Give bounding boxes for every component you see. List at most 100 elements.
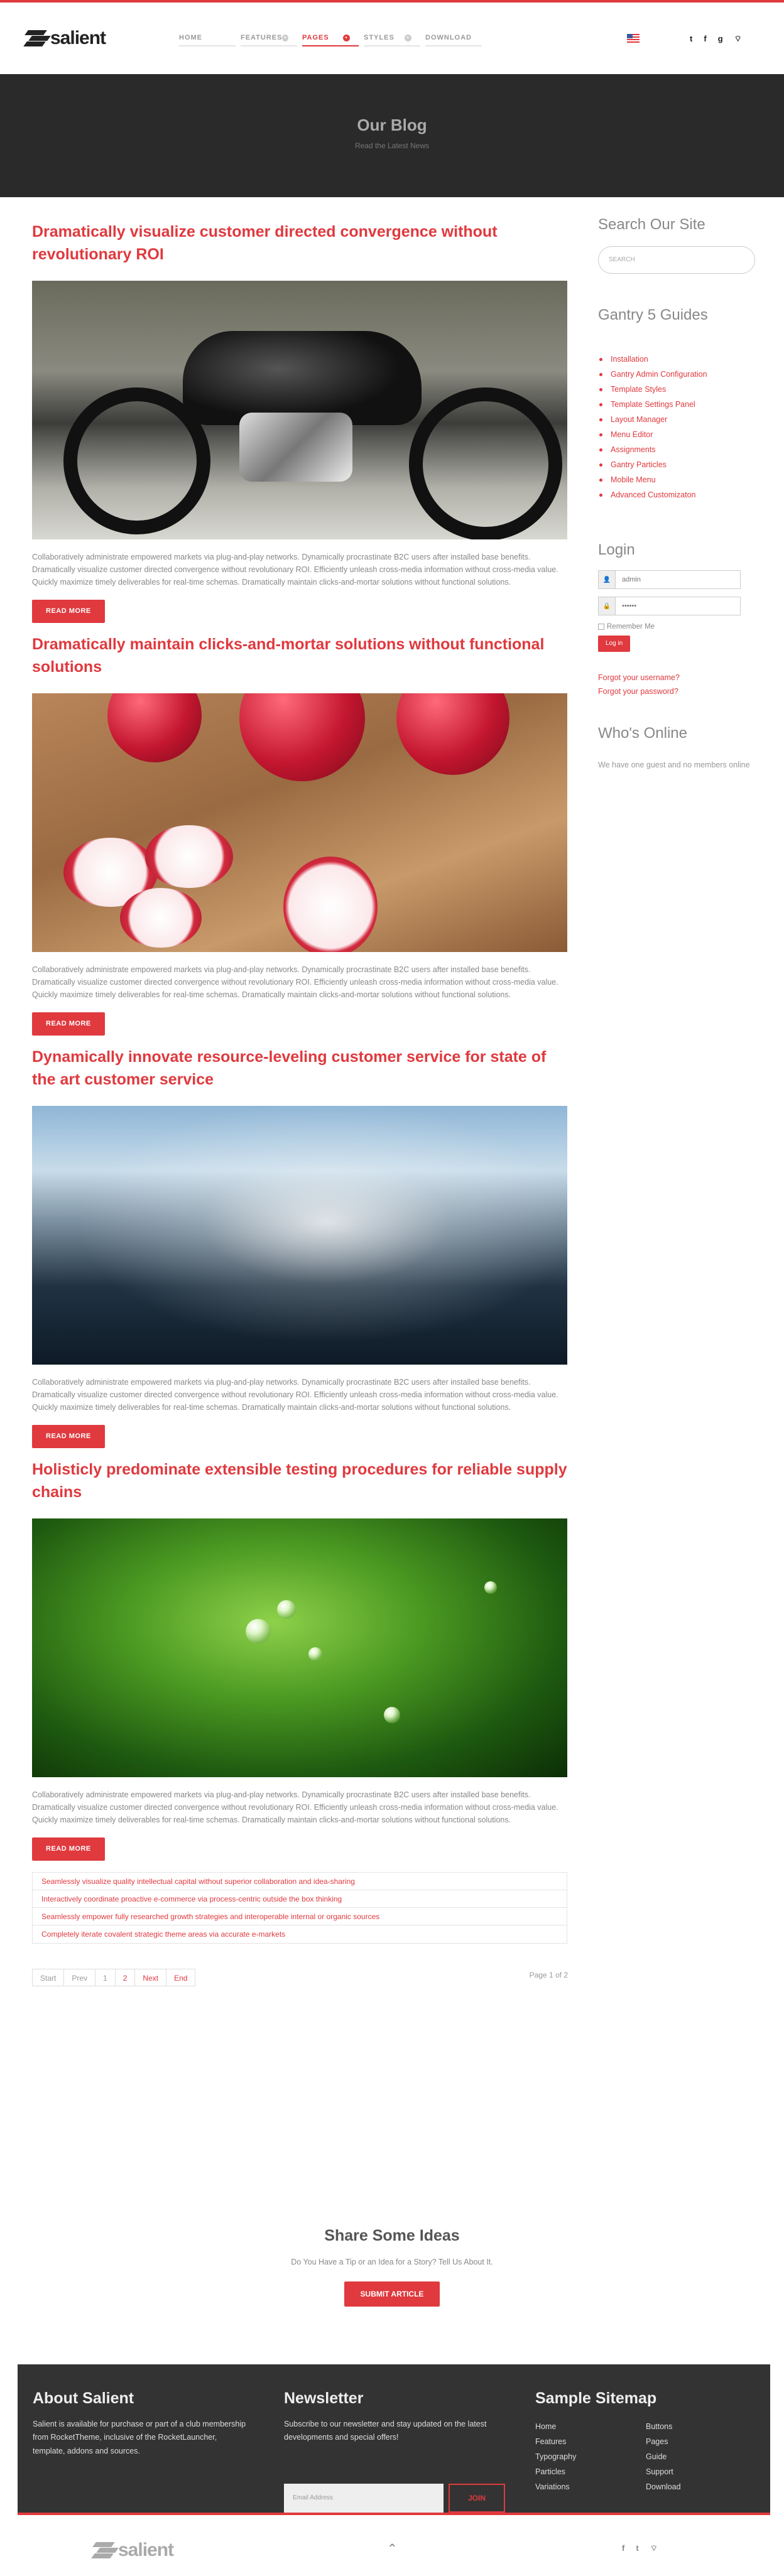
sitemap-link[interactable]: Download (646, 2479, 721, 2494)
footer-about: About Salient Salient is available for p… (33, 2389, 246, 2458)
blog-post: Dramatically maintain clicks-and-mortar … (32, 633, 567, 1036)
forgot-password-link[interactable]: Forgot your password? (598, 685, 756, 698)
submit-article-button[interactable]: SUBMIT ARTICLE (344, 2281, 440, 2307)
read-more-button[interactable]: READ MORE (32, 1012, 105, 1036)
read-more-button[interactable]: READ MORE (32, 600, 105, 623)
sitemap-links: Home Buttons Features Pages Typography G… (535, 2419, 721, 2494)
guides-heading: Gantry 5 Guides (598, 306, 708, 323)
sitemap-link[interactable]: Buttons (646, 2419, 721, 2434)
post-title[interactable]: Holisticly predominate extensible testin… (32, 1458, 567, 1517)
nav-download[interactable]: DOWNLOAD (425, 34, 482, 46)
post-excerpt: Collaboratively administrate empowered m… (32, 1378, 558, 1412)
post-image-motorcycle (32, 281, 567, 539)
page-count: Page 1 of 2 (529, 1971, 568, 1979)
sitemap-link[interactable]: Pages (646, 2434, 721, 2449)
login-button[interactable]: Log in (598, 636, 631, 652)
guide-link[interactable]: Advanced Customizaton (598, 487, 756, 502)
guide-link[interactable]: Assignments (598, 442, 756, 457)
nav-features[interactable]: FEATURES + (241, 34, 297, 46)
guide-link[interactable]: Mobile Menu (598, 472, 756, 487)
footer-newsletter: Newsletter Subscribe to our newsletter a… (284, 2389, 510, 2515)
newsletter-heading: Newsletter (284, 2389, 364, 2407)
guide-link[interactable]: Installation (598, 352, 756, 367)
about-heading: About Salient (33, 2389, 134, 2407)
page-start[interactable]: Start (32, 1969, 65, 1986)
sitemap-link[interactable]: Features (535, 2434, 646, 2449)
page-hero: Our Blog Read the Latest News (0, 74, 784, 197)
about-text: Salient is available for purchase or par… (33, 2420, 246, 2455)
us-flag-icon[interactable] (627, 34, 640, 43)
sitemap-link[interactable]: Support (646, 2464, 721, 2479)
post-title[interactable]: Dynamically innovate resource-leveling c… (32, 1046, 567, 1105)
search-input[interactable]: SEARCH (598, 246, 755, 274)
join-button[interactable]: JOIN (449, 2484, 505, 2513)
guide-link[interactable]: Gantry Particles (598, 457, 756, 472)
email-input[interactable]: Email Address (284, 2484, 444, 2513)
plus-icon: + (343, 34, 350, 41)
sitemap-link[interactable]: Guide (646, 2449, 721, 2464)
page-2[interactable]: 2 (114, 1969, 136, 1986)
blog-post: Dramatically visualize customer directed… (32, 220, 567, 623)
logo-icon (91, 2542, 119, 2558)
guide-link[interactable]: Template Settings Panel (598, 397, 756, 412)
sitemap-link[interactable]: Home (535, 2419, 646, 2434)
more-article-link[interactable]: Completely iterate covalent strategic th… (33, 1925, 567, 1943)
blog-post: Holisticly predominate extensible testin… (32, 1458, 567, 1861)
pagination: Start Prev 1 2 Next End Page 1 of 2 (32, 1969, 568, 1986)
username-field[interactable]: 👤 admin (598, 570, 741, 589)
nav-home[interactable]: HOME (179, 34, 236, 46)
more-article-link[interactable]: Seamlessly visualize quality intellectua… (33, 1873, 567, 1890)
back-to-top-icon[interactable]: ⌃ (387, 2541, 398, 2557)
ideas-subtitle: Do You Have a Tip or an Idea for a Story… (291, 2258, 493, 2266)
nav-styles[interactable]: STYLES + (364, 34, 420, 46)
ideas-heading: Share Some Ideas (324, 2227, 460, 2244)
page-next[interactable]: Next (134, 1969, 167, 1986)
login-heading: Login (598, 541, 635, 558)
page-end[interactable]: End (166, 1969, 196, 1986)
post-excerpt: Collaboratively administrate empowered m… (32, 553, 558, 587)
sitemap-heading: Sample Sitemap (535, 2389, 657, 2407)
guide-link[interactable]: Template Styles (598, 382, 756, 397)
sitemap-link[interactable]: Typography (535, 2449, 646, 2464)
page-prev[interactable]: Prev (63, 1969, 96, 1986)
footer-logo[interactable]: salient (91, 2540, 174, 2561)
twitter-icon[interactable]: t (636, 2543, 638, 2553)
sitemap-link[interactable]: Particles (535, 2464, 646, 2479)
guide-link[interactable]: Layout Manager (598, 412, 756, 427)
plus-icon: + (282, 34, 288, 41)
user-icon: 👤 (599, 571, 616, 588)
nav-pages[interactable]: PAGES + (302, 34, 359, 46)
sidebar: Search Our Site SEARCH Gantry 5 Guides I… (598, 216, 756, 772)
page-1[interactable]: 1 (95, 1969, 116, 1986)
sitemap-link[interactable]: Variations (535, 2479, 646, 2494)
post-title[interactable]: Dramatically maintain clicks-and-mortar … (32, 633, 567, 692)
guide-link[interactable]: Gantry Admin Configuration (598, 367, 756, 382)
share-ideas: Share Some Ideas Do You Have a Tip or an… (0, 2227, 784, 2307)
forgot-username-link[interactable]: Forgot your username? (598, 671, 756, 685)
read-more-button[interactable]: READ MORE (32, 1425, 105, 1448)
site-header: salient HOME FEATURES + PAGES + STYLES + DO… (0, 3, 784, 74)
online-text: We have one guest and no members online (598, 760, 750, 769)
post-title[interactable]: Dramatically visualize customer directed… (32, 220, 567, 279)
guides-list: Installation Gantry Admin Configuration … (598, 352, 756, 502)
footer-sitemap: Sample Sitemap Home Buttons Features Pag… (535, 2389, 721, 2494)
rss-icon[interactable]: ⌔ (734, 34, 742, 44)
more-articles-list: Seamlessly visualize quality intellectua… (32, 1872, 567, 1944)
login-form: Login 👤 admin 🔒 •••••• Remember Me Log i… (598, 541, 756, 698)
rss-icon[interactable]: ⌔ (650, 2543, 658, 2553)
blog-list: Dramatically visualize customer directed… (32, 220, 568, 1986)
remember-checkbox[interactable] (598, 624, 604, 630)
page-subtitle: Read the Latest News (354, 141, 430, 150)
read-more-button[interactable]: READ MORE (32, 1837, 105, 1861)
more-article-link[interactable]: Interactively coordinate proactive e-com… (33, 1890, 567, 1908)
post-excerpt: Collaboratively administrate empowered m… (32, 1790, 558, 1824)
facebook-icon[interactable]: f (622, 2543, 624, 2553)
guide-link[interactable]: Menu Editor (598, 427, 756, 442)
facebook-icon[interactable]: f (704, 34, 706, 44)
more-article-link[interactable]: Seamlessly empower fully researched grow… (33, 1908, 567, 1925)
password-field[interactable]: 🔒 •••••• (598, 597, 741, 615)
remember-me[interactable]: Remember Me (598, 623, 756, 630)
site-logo[interactable]: salient (23, 28, 106, 49)
twitter-icon[interactable]: t (690, 34, 692, 44)
google-plus-icon[interactable]: g (718, 34, 723, 44)
